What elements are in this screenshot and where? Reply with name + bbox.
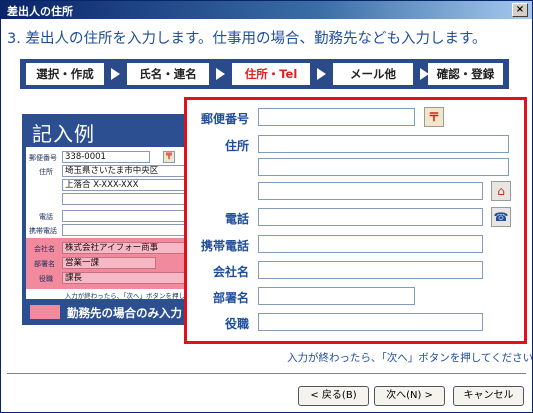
close-button[interactable]: × (512, 3, 528, 17)
step-indicator: 選択・作成 氏名・連名 住所・Tel メール他 確認・登録 (20, 59, 509, 89)
step-confirm: 確認・登録 (428, 63, 503, 85)
step-select-create: 選択・作成 (26, 63, 104, 85)
phone-input[interactable] (258, 208, 483, 226)
postal-search-button[interactable]: 〒 (424, 107, 444, 127)
step-arrow-icon (111, 68, 120, 80)
home-address-button[interactable]: ⌂ (491, 181, 511, 201)
address-input-1[interactable] (258, 135, 509, 153)
example-label-postal: 郵便番号 (29, 154, 57, 162)
example-title: 記入例 (32, 122, 95, 146)
example-label-mobile: 携帯電話 (29, 227, 57, 235)
step-arrow-icon (317, 68, 326, 80)
label-department: 部署名 (213, 291, 250, 305)
next-button[interactable]: 次へ(N) > (374, 386, 445, 406)
step-name: 氏名・連名 (127, 63, 209, 85)
label-address: 住所 (225, 139, 250, 153)
example-label-phone: 電話 (39, 213, 53, 221)
step-mail: メール他 (333, 63, 413, 85)
example-dept-value: 営業一課 (62, 257, 156, 269)
example-company-value: 株式会社アイフォー商事 (62, 242, 186, 254)
home-icon: ⌂ (497, 184, 505, 198)
step-arrow-icon (216, 68, 225, 80)
example-address2-value: 上落合 X-XXX-XXX (62, 179, 186, 191)
back-button[interactable]: < 戻る(B) (298, 386, 369, 406)
example-phone-value (62, 210, 186, 222)
page-heading: 3. 差出人の住所を入力します。仕事用の場合、勤務先なども入力します。 (7, 31, 487, 47)
address-input-3[interactable] (258, 182, 483, 200)
example-note: 入力が終わったら、「次へ」ボタンを押し (64, 292, 185, 300)
company-input[interactable] (258, 261, 483, 279)
address-form: 郵便番号 〒 住所 ⌂ 電話 ☎ 携帯電話 会社名 部署名 役職 (184, 97, 527, 344)
instruction-text: 入力が終わったら、「次へ」ボタンを押してください。 (287, 352, 533, 364)
example-label-dept: 部署名 (34, 260, 55, 268)
separator (7, 373, 526, 375)
example-label-company: 会社名 (34, 245, 55, 253)
mobile-input[interactable] (258, 235, 483, 253)
address-input-2[interactable] (258, 158, 509, 176)
label-phone: 電話 (225, 212, 250, 226)
label-mobile: 携帯電話 (201, 239, 250, 253)
example-label-title: 役職 (39, 275, 53, 283)
department-input[interactable] (258, 287, 415, 305)
example-mobile-value (62, 224, 186, 236)
label-company: 会社名 (213, 265, 250, 279)
postal-mark-icon: 〒 (427, 110, 440, 124)
title-bar: 差出人の住所 × (1, 1, 532, 19)
dialog-window: 差出人の住所 × 3. 差出人の住所を入力します。仕事用の場合、勤務先なども入力… (0, 0, 533, 413)
legend-swatch (30, 305, 60, 319)
example-panel: 記入例 郵便番号 338-0001 〒 住所 埼玉県さいたま市中央区 上落合 X… (22, 114, 190, 325)
label-postal-code: 郵便番号 (201, 112, 250, 126)
postal-code-input[interactable] (258, 108, 415, 126)
example-card: 郵便番号 338-0001 〒 住所 埼玉県さいたま市中央区 上落合 X-XXX… (26, 147, 187, 300)
phone-button[interactable]: ☎ (491, 207, 511, 227)
example-address1-value: 埼玉県さいたま市中央区 (62, 165, 186, 177)
example-postal-value: 338-0001 (62, 151, 150, 163)
cancel-button[interactable]: キャンセル (453, 386, 524, 406)
phone-icon: ☎ (493, 210, 509, 224)
label-job-title: 役職 (225, 317, 250, 331)
example-title-value: 課長 (62, 272, 186, 284)
example-postal-icon: 〒 (163, 151, 175, 163)
legend-text: 勤務先の場合のみ入力 (67, 306, 182, 320)
step-address-tel: 住所・Tel (232, 63, 310, 85)
example-address3-value (62, 193, 186, 205)
job-title-input[interactable] (258, 313, 483, 331)
window-title: 差出人の住所 (7, 5, 73, 18)
example-label-address: 住所 (39, 168, 53, 176)
